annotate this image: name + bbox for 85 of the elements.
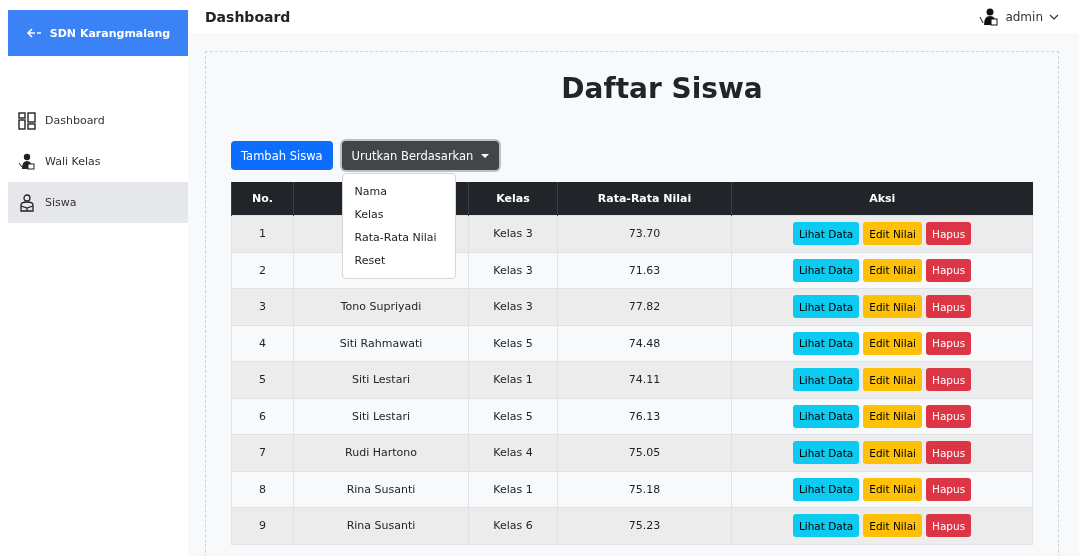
brand-header[interactable]: SDN Karangmalang	[8, 10, 188, 56]
edit-score-button[interactable]: Edit Nilai	[863, 514, 922, 538]
edit-score-button[interactable]: Edit Nilai	[863, 368, 922, 392]
column-header: No.	[231, 182, 294, 216]
view-data-button[interactable]: Lihat Data	[792, 258, 860, 282]
sort-option[interactable]: Nama	[342, 180, 455, 203]
sidebar-item[interactable]: Dashboard	[8, 100, 188, 141]
sort-option[interactable]: Reset	[342, 249, 455, 272]
table-cell: 77.82	[557, 288, 732, 325]
view-data-button[interactable]: Lihat Data	[792, 295, 860, 319]
teacher-icon	[18, 152, 36, 171]
page-header-title: Dashboard	[205, 8, 291, 25]
table-cell: Rudi Hartono	[293, 434, 469, 471]
table-cell: 73.70	[557, 215, 732, 252]
table-cell: 74.11	[557, 361, 732, 398]
table-cell: 74.48	[557, 325, 732, 362]
table-cell: 6	[231, 398, 294, 435]
student-icon	[18, 193, 36, 212]
chevron-down-icon	[1049, 13, 1059, 20]
delete-button[interactable]: Hapus	[926, 404, 972, 428]
table-cell: Siti Lestari	[293, 361, 469, 398]
sidebar-item[interactable]: Wali Kelas	[8, 141, 188, 182]
table-cell: 2	[231, 252, 294, 289]
delete-button[interactable]: Hapus	[926, 222, 972, 246]
edit-score-button[interactable]: Edit Nilai	[863, 222, 922, 246]
table-cell: Kelas 6	[468, 507, 558, 544]
table-cell: Tono Supriyadi	[293, 288, 469, 325]
brand-title: SDN Karangmalang	[49, 26, 171, 40]
table-cell: Kelas 4	[468, 434, 558, 471]
edit-score-button[interactable]: Edit Nilai	[863, 404, 922, 428]
table-cell: Kelas 3	[468, 288, 558, 325]
view-data-button[interactable]: Lihat Data	[792, 368, 860, 392]
table-cell: 76.13	[557, 398, 732, 435]
view-data-button[interactable]: Lihat Data	[792, 331, 860, 355]
table-cell: Rina Susanti	[293, 471, 469, 508]
delete-button[interactable]: Hapus	[926, 331, 972, 355]
view-data-button[interactable]: Lihat Data	[792, 404, 860, 428]
table-cell: 4	[231, 325, 294, 362]
column-header: Aksi	[731, 182, 1033, 216]
view-data-button[interactable]: Lihat Data	[792, 477, 860, 501]
edit-score-button[interactable]: Edit Nilai	[863, 441, 922, 465]
table-cell: 75.18	[557, 471, 732, 508]
delete-button[interactable]: Hapus	[926, 441, 972, 465]
table-cell: Kelas 5	[468, 398, 558, 435]
table-cell: Kelas 1	[468, 471, 558, 508]
user-icon	[979, 7, 1000, 26]
table-cell: Rina Susanti	[293, 507, 469, 544]
sidebar-item[interactable]: Siswa	[8, 182, 188, 223]
edit-score-button[interactable]: Edit Nilai	[863, 331, 922, 355]
delete-button[interactable]: Hapus	[926, 514, 972, 538]
back-arrow-icon	[25, 27, 42, 39]
edit-score-button[interactable]: Edit Nilai	[863, 258, 922, 282]
view-data-button[interactable]: Lihat Data	[792, 514, 860, 538]
table-cell: 1	[231, 215, 294, 252]
user-menu[interactable]: admin	[979, 7, 1059, 26]
view-data-button[interactable]: Lihat Data	[792, 222, 860, 246]
table-cell: Siti Lestari	[293, 398, 469, 435]
add-student-button[interactable]: Tambah Siswa	[231, 141, 333, 170]
column-header: Kelas	[468, 182, 558, 216]
table-cell: 75.05	[557, 434, 732, 471]
table-cell: 75.23	[557, 507, 732, 544]
column-header: Rata-Rata Nilai	[557, 182, 732, 216]
table-cell: 9	[231, 507, 294, 544]
table-cell: 8	[231, 471, 294, 508]
view-data-button[interactable]: Lihat Data	[792, 441, 860, 465]
edit-score-button[interactable]: Edit Nilai	[863, 477, 922, 501]
sort-dropdown-button[interactable]: Urutkan Berdasarkan	[341, 141, 500, 170]
edit-score-button[interactable]: Edit Nilai	[863, 295, 922, 319]
sort-option[interactable]: Kelas	[342, 203, 455, 226]
table-cell: Kelas 3	[468, 215, 558, 252]
table-cell: Siti Rahmawati	[293, 325, 469, 362]
table-cell: Kelas 5	[468, 325, 558, 362]
sort-option[interactable]: Rata-Rata Nilai	[342, 226, 455, 249]
table-cell: 5	[231, 361, 294, 398]
delete-button[interactable]: Hapus	[926, 477, 972, 501]
page-title: Daftar Siswa	[560, 72, 764, 106]
table-cell: 3	[231, 288, 294, 325]
table-cell: 71.63	[557, 252, 732, 289]
dashboard-icon	[18, 111, 36, 130]
delete-button[interactable]: Hapus	[926, 295, 972, 319]
table-cell: 7	[231, 434, 294, 471]
delete-button[interactable]: Hapus	[926, 368, 972, 392]
table-cell: Kelas 1	[468, 361, 558, 398]
table-cell: Kelas 3	[468, 252, 558, 289]
delete-button[interactable]: Hapus	[926, 258, 972, 282]
